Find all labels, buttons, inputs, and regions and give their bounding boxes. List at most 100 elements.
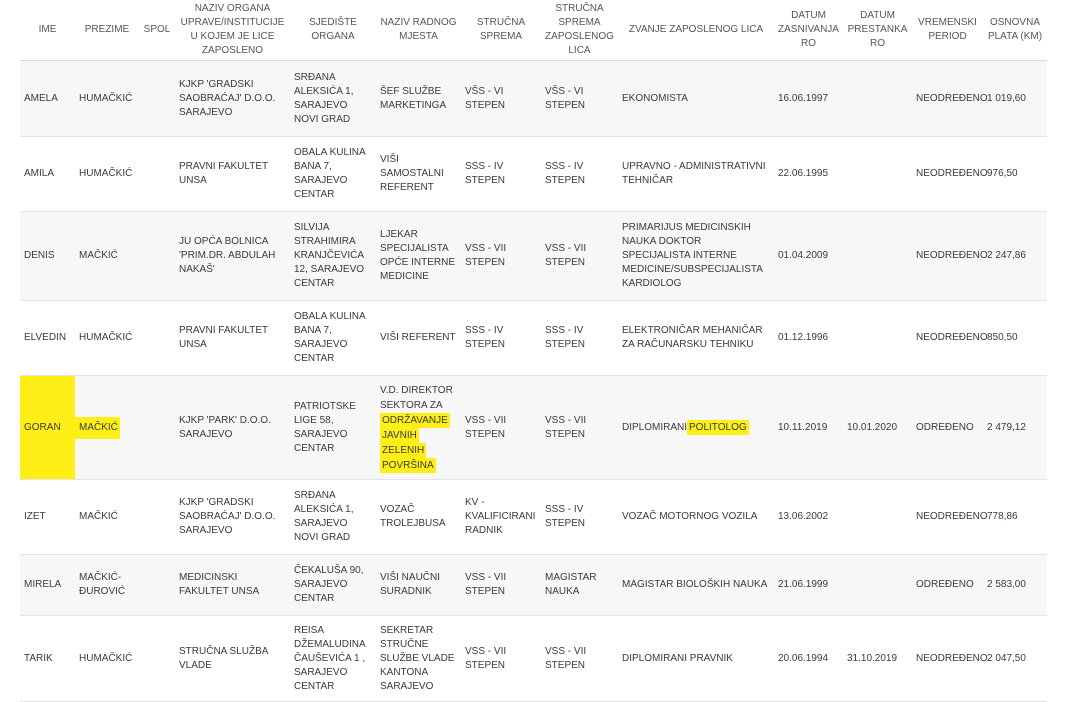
cell-strucna-sprema: KV - KVALIFICIRANI RADNIK — [461, 479, 541, 555]
col-header-zvanje[interactable]: ZVANJE ZAPOSLENOG LICA — [618, 0, 774, 61]
cell-datum-prestanka — [843, 60, 912, 137]
cell-sprema-lica: MAGISTAR NAUKA — [541, 554, 618, 616]
cell-period: NEODREĐENO — [912, 60, 988, 137]
cell-ime: GORAN — [20, 375, 75, 480]
cell-sprema-lica: VSS - VII STEPEN — [541, 375, 618, 480]
cell-sprema-lica: SSS - IV STEPEN — [541, 300, 618, 376]
col-header-strucna-sprema[interactable]: STRUČNA SPREMA — [461, 0, 541, 61]
cell-prezime: MAČKIĆ — [75, 479, 139, 555]
cell-strucna-sprema: SSS - IV STEPEN — [461, 136, 541, 212]
cell-zvanje: VOZAČ MOTORNOG VOZILA — [618, 479, 774, 555]
cell-spol — [139, 554, 175, 616]
cell-spol — [139, 375, 175, 480]
highlighted-zvanje: POLITOLOG — [687, 419, 749, 435]
cell-plata: 778,86 — [983, 479, 1047, 555]
highlighted-prezime: MAČKIĆ — [75, 416, 120, 439]
table-row: MIRELA MAČKIĆ-ĐUROVIĆ MEDICINSKI FAKULTE… — [20, 554, 1047, 616]
cell-radno-mjesto: SEKRETAR STRUČNE SLUŽBE VLADE KANTONA SA… — [376, 615, 461, 702]
cell-zvanje: UPRAVNO - ADMINISTRATIVNI TEHNIČAR — [618, 136, 774, 212]
cell-strucna-sprema: VSS - VII STEPEN — [461, 554, 541, 616]
cell-plata: 2 047,50 — [983, 615, 1047, 702]
table-row: IZET MAČKIĆ KJKP 'GRADSKI SAOBRAĆAJ' D.O… — [20, 479, 1047, 555]
cell-datum-prestanka: 10.01.2020 — [843, 375, 912, 480]
col-header-radno-mjesto[interactable]: NAZIV RADNOG MJESTA — [376, 0, 461, 61]
cell-spol — [139, 615, 175, 702]
radno-mjesto-text: V.D. DIREKTOR SEKTORA ZA — [380, 384, 453, 411]
col-header-prezime[interactable]: PREZIME — [75, 0, 139, 61]
col-header-datum-zasnivanja[interactable]: DATUM ZASNIVANJA RO — [774, 0, 843, 61]
cell-radno-mjesto: VIŠI SAMOSTALNI REFERENT — [376, 136, 461, 212]
cell-zvanje: ELEKTRONIČAR MEHANIČAR ZA RAČUNARSKU TEH… — [618, 300, 774, 376]
cell-zvanje: EKONOMISTA — [618, 60, 774, 137]
col-header-datum-prestanka[interactable]: DATUM PRESTANKA RO — [843, 0, 912, 61]
cell-sprema-lica: VSS - VII STEPEN — [541, 211, 618, 301]
cell-organ: KJKP 'PARK' D.O.O. SARAJEVO — [175, 375, 290, 480]
cell-organ: MEDICINSKI FAKULTET UNSA — [175, 554, 290, 616]
cell-plata: 2 247,86 — [983, 211, 1047, 301]
cell-radno-mjesto: VIŠI NAUČNI SURADNIK — [376, 554, 461, 616]
table-row: DENIS MAČKIĆ JU OPĆA BOLNICA 'PRIM.DR. A… — [20, 211, 1047, 301]
cell-spol — [139, 136, 175, 212]
col-header-sprema-lica[interactable]: STRUČNA SPREMA ZAPOSLENOG LICA — [541, 0, 618, 61]
cell-prezime: HUMAČKIĆ — [75, 615, 139, 702]
cell-sjediste: OBALA KULINA BANA 7, SARAJEVO CENTAR — [290, 300, 376, 376]
col-header-naziv-organa[interactable]: NAZIV ORGANA UPRAVE/INSTITUCIJE U KOJEM … — [175, 0, 290, 61]
col-header-spol[interactable]: SPOL — [139, 0, 175, 61]
cell-strucna-sprema: VSS - VII STEPEN — [461, 615, 541, 702]
cell-period: ODREĐENO — [912, 375, 983, 480]
cell-datum-prestanka — [843, 211, 912, 301]
cell-datum-prestanka — [843, 554, 912, 616]
cell-zvanje: DIPLOMIRANI PRAVNIK — [618, 615, 774, 702]
cell-plata: 2 479,12 — [983, 375, 1047, 480]
cell-period: ODREĐENO — [912, 554, 983, 616]
cell-datum-zasnivanja: 10.11.2019 — [774, 375, 843, 480]
cell-datum-zasnivanja: 13.06.2002 — [774, 479, 843, 555]
cell-datum-zasnivanja: 01.12.1996 — [774, 300, 843, 376]
cell-datum-zasnivanja: 01.04.2009 — [774, 211, 843, 301]
cell-datum-prestanka — [843, 479, 912, 555]
zvanje-text: DIPLOMIRANI — [622, 421, 688, 433]
cell-datum-prestanka — [843, 300, 912, 376]
cell-ime: ELVEDIN — [20, 300, 75, 376]
cell-sprema-lica: SSS - IV STEPEN — [541, 479, 618, 555]
cell-zvanje: DIPLOMIRANI POLITOLOG — [618, 375, 774, 480]
cell-radno-mjesto: V.D. DIREKTOR SEKTORA ZA ODRŽAVANJE JAVN… — [376, 375, 461, 480]
cell-plata: 1 019,60 — [983, 60, 1047, 137]
table-row: AMILA HUMAČKIĆ PRAVNI FAKULTET UNSA OBAL… — [20, 136, 1047, 212]
col-header-sjediste[interactable]: SJEDIŠTE ORGANA — [290, 0, 376, 61]
cell-strucna-sprema: VSS - VII STEPEN — [461, 211, 541, 301]
cell-plata: 976,50 — [983, 136, 1047, 212]
cell-radno-mjesto: VOZAČ TROLEJBUSA — [376, 479, 461, 555]
cell-radno-mjesto: ŠEF SLUŽBE MARKETINGA — [376, 60, 461, 137]
cell-strucna-sprema: VŠS - VI STEPEN — [461, 60, 541, 137]
employees-table: IME PREZIME SPOL NAZIV ORGANA UPRAVE/INS… — [20, 0, 1047, 702]
cell-plata: 2 583,00 — [983, 554, 1047, 616]
highlighted-radno-mjesto: ODRŽAVANJE JAVNIH ZELENIH POVRŠINA — [380, 412, 450, 473]
cell-sprema-lica: VŠS - VI STEPEN — [541, 60, 618, 137]
cell-datum-zasnivanja: 16.06.1997 — [774, 60, 843, 137]
cell-organ: KJKP 'GRADSKI SAOBRAĆAJ' D.O.O. SARAJEVO — [175, 60, 290, 137]
cell-ime: AMILA — [20, 136, 75, 212]
cell-period: NEODREĐENO — [912, 479, 988, 555]
cell-datum-zasnivanja: 20.06.1994 — [774, 615, 843, 702]
cell-period: NEODREĐENO — [912, 211, 988, 301]
cell-sjediste: OBALA KULINA BANA 7, SARAJEVO CENTAR — [290, 136, 376, 212]
cell-sprema-lica: SSS - IV STEPEN — [541, 136, 618, 212]
cell-prezime: HUMAČKIĆ — [75, 300, 139, 376]
col-header-osnovna-plata[interactable]: OSNOVNA PLATA (KM) — [983, 0, 1047, 61]
cell-spol — [139, 479, 175, 555]
cell-zvanje: PRIMARIJUS MEDICINSKIH NAUKA DOKTOR SPEC… — [618, 211, 774, 301]
cell-sjediste: PATRIOTSKE LIGE 58, SARAJEVO CENTAR — [290, 375, 376, 480]
cell-strucna-sprema: VSS - VII STEPEN — [461, 375, 541, 480]
cell-prezime: HUMAČKIĆ — [75, 136, 139, 212]
cell-plata: 850,50 — [983, 300, 1047, 376]
col-header-ime[interactable]: IME — [20, 0, 75, 61]
cell-sjediste: REISA DŽEMALUDINA ČAUŠEVIĆA 1 , SARAJEVO… — [290, 615, 376, 702]
table-header-row: IME PREZIME SPOL NAZIV ORGANA UPRAVE/INS… — [20, 0, 1047, 61]
table-row: TARIK HUMAČKIĆ STRUČNA SLUŽBA VLADE REIS… — [20, 615, 1047, 702]
cell-prezime: MAČKIĆ — [75, 375, 139, 480]
cell-ime: MIRELA — [20, 554, 75, 616]
col-header-vremenski-period[interactable]: VREMENSKI PERIOD — [912, 0, 983, 61]
cell-datum-zasnivanja: 22.06.1995 — [774, 136, 843, 212]
cell-ime: IZET — [20, 479, 75, 555]
